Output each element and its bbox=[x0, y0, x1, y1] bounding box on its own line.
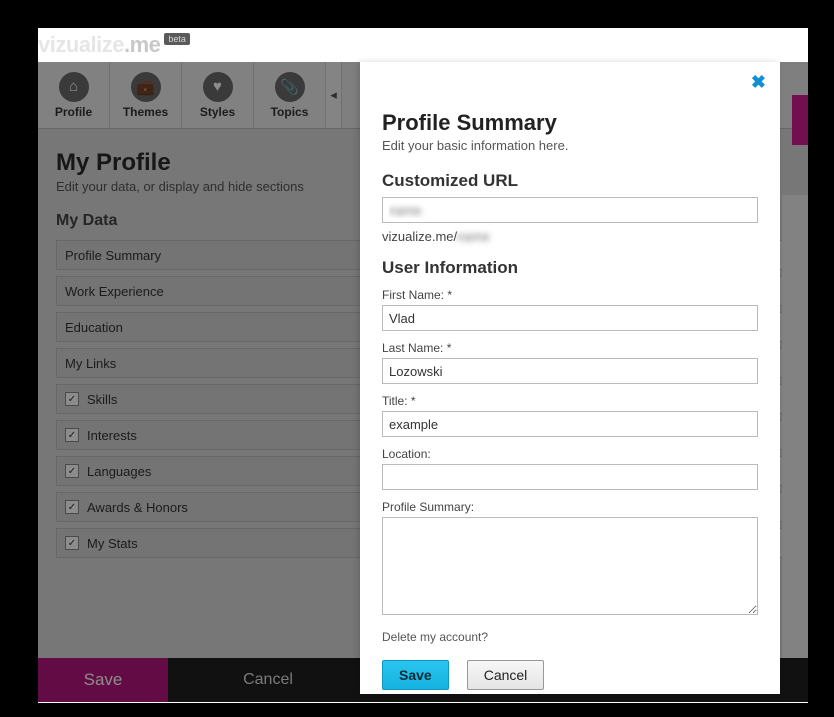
delete-account-link[interactable]: Delete my account? bbox=[382, 630, 488, 644]
tab-profile[interactable]: ⌂ Profile bbox=[38, 62, 110, 128]
last-name-input[interactable] bbox=[382, 358, 758, 384]
modal-footer: Save Cancel bbox=[382, 660, 758, 690]
briefcase-icon: 💼 bbox=[131, 72, 161, 102]
tab-label: Profile bbox=[55, 105, 92, 119]
cancel-button[interactable]: Cancel bbox=[467, 660, 545, 690]
logo-bar: vizualize.me beta bbox=[38, 28, 190, 62]
url-prefix: vizualize.me/ bbox=[382, 229, 457, 244]
location-label: Location: bbox=[382, 447, 758, 461]
location-input[interactable] bbox=[382, 464, 758, 490]
tab-styles[interactable]: ♥ Styles bbox=[182, 62, 254, 128]
url-slug-masked: name bbox=[457, 229, 490, 244]
checkbox-icon[interactable]: ✓ bbox=[65, 428, 79, 442]
row-text: Work Experience bbox=[65, 284, 164, 299]
modal-desc: Edit your basic information here. bbox=[382, 138, 758, 153]
bg-cancel-button[interactable]: Cancel bbox=[168, 658, 368, 702]
checkbox-icon[interactable]: ✓ bbox=[65, 500, 79, 514]
row-text: Skills bbox=[87, 392, 117, 407]
row-text: Education bbox=[65, 320, 123, 335]
first-name-input[interactable] bbox=[382, 305, 758, 331]
modal-title: Profile Summary bbox=[382, 110, 758, 136]
home-icon: ⌂ bbox=[59, 72, 89, 102]
custom-url-heading: Customized URL bbox=[382, 171, 758, 191]
attachment-icon: 📎 bbox=[275, 72, 305, 102]
logo-brand: vizualize.me bbox=[38, 32, 160, 58]
checkbox-icon[interactable]: ✓ bbox=[65, 392, 79, 406]
row-text: Awards & Honors bbox=[87, 500, 188, 515]
custom-url-input[interactable] bbox=[382, 197, 758, 223]
logo-part2: .me bbox=[124, 32, 160, 57]
profile-summary-modal: ✖ Profile Summary Edit your basic inform… bbox=[360, 62, 780, 694]
row-text: My Stats bbox=[87, 536, 138, 551]
checkbox-icon[interactable]: ✓ bbox=[65, 464, 79, 478]
tab-label: Topics bbox=[271, 105, 309, 119]
save-button[interactable]: Save bbox=[382, 660, 449, 690]
tab-themes[interactable]: 💼 Themes bbox=[110, 62, 182, 128]
row-text: Languages bbox=[87, 464, 151, 479]
tab-label: Themes bbox=[123, 105, 168, 119]
last-name-label: Last Name: * bbox=[382, 341, 758, 355]
checkbox-icon[interactable]: ✓ bbox=[65, 536, 79, 550]
tab-label: Styles bbox=[200, 105, 235, 119]
decorative-stripe bbox=[792, 95, 808, 145]
bg-save-button[interactable]: Save bbox=[38, 658, 168, 702]
title-input[interactable] bbox=[382, 411, 758, 437]
profile-summary-label: Profile Summary: bbox=[382, 500, 758, 514]
row-text: My Links bbox=[65, 356, 116, 371]
profile-summary-textarea[interactable] bbox=[382, 517, 758, 615]
decorative-stripe bbox=[782, 195, 808, 695]
row-text: Interests bbox=[87, 428, 137, 443]
tab-topics[interactable]: 📎 Topics bbox=[254, 62, 326, 128]
logo-part1: vizualize bbox=[38, 32, 124, 57]
beta-badge: beta bbox=[164, 33, 190, 45]
close-icon[interactable]: ✖ bbox=[751, 72, 766, 93]
user-info-heading: User Information bbox=[382, 258, 758, 278]
row-text: Profile Summary bbox=[65, 248, 161, 263]
first-name-label: First Name: * bbox=[382, 288, 758, 302]
tab-scroll-left[interactable]: ◂ bbox=[326, 62, 342, 128]
url-preview: vizualize.me/name bbox=[382, 229, 758, 244]
heart-icon: ♥ bbox=[203, 72, 233, 102]
title-label: Title: * bbox=[382, 394, 758, 408]
